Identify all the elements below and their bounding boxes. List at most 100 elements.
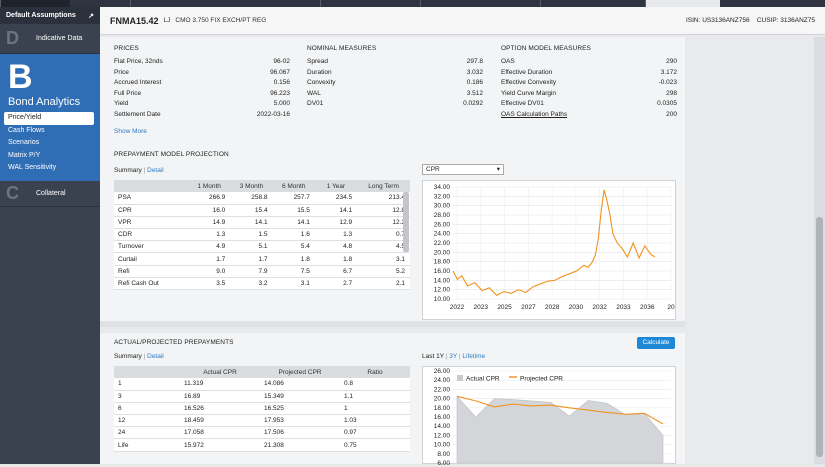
y-tick-label: 24.00 [434, 231, 451, 238]
actual-table: Actual CPR Projected CPR Ratio 1 11.319 14.08… [114, 366, 410, 452]
show-more-link[interactable]: Show More [114, 128, 290, 135]
tab-3y[interactable]: 3Y [449, 353, 457, 360]
sidebar-section-indicative[interactable]: D Indicative Data [0, 24, 100, 54]
prices-block: PRICES Flat Price, 32nds 96-02 Price 96.067… [114, 45, 290, 135]
table-row: 3 16.89 15.349 1.1 [114, 390, 410, 403]
top-tab-active[interactable] [645, 0, 720, 7]
sidebar-item-wal-sensitivity[interactable]: WAL Sensitivity [0, 162, 100, 175]
y-tick-label: 14.00 [434, 423, 451, 430]
y-tick-label: 26.00 [434, 368, 451, 375]
table-cell: 5.1 [230, 240, 273, 254]
table-scrollbar[interactable] [403, 192, 409, 252]
table-cell: 17.506 [260, 426, 340, 440]
table-cell: 266.9 [188, 192, 231, 205]
top-tab[interactable] [0, 0, 70, 7]
table-cell: 14.086 [260, 378, 340, 391]
legend-label-actual: Actual CPR [466, 376, 500, 383]
table-row: VPR 14.9 14.1 14.1 12.9 12.2 [114, 216, 410, 230]
external-link-icon[interactable]: ↗ [88, 12, 94, 20]
column-header[interactable]: Ratio [340, 366, 410, 378]
calculate-button[interactable]: Calculate [637, 337, 675, 349]
measure-label[interactable]: OAS Calculation Paths [501, 110, 567, 121]
column-header[interactable] [114, 366, 180, 378]
measure-row: Flat Price, 32nds 96-02 [114, 57, 290, 68]
sidebar-item-scenarios[interactable]: Scenarios [0, 137, 100, 150]
sidebar-section-collateral[interactable]: C Collateral [0, 180, 100, 207]
y-tick-label: 20.00 [434, 249, 451, 256]
measure-label: Flat Price, 32nds [114, 58, 163, 65]
table-cell: 1 [114, 378, 180, 391]
measure-value: 200 [666, 110, 677, 118]
column-header[interactable]: 1 Month [188, 180, 231, 192]
table-cell: Refi [114, 265, 188, 278]
table-cell: 14.1 [230, 216, 273, 230]
measure-label: Price [114, 68, 129, 76]
measure-row: Effective Duration 3.172 [501, 68, 677, 79]
column-header[interactable]: Long Term [357, 180, 410, 192]
tab-summary[interactable]: Summary [114, 353, 142, 360]
column-header[interactable]: 3 Month [230, 180, 273, 192]
table-cell: 15.5 [272, 204, 315, 217]
measure-value: 96.067 [270, 68, 290, 76]
measure-label: OAS [501, 58, 515, 65]
table-cell: 15.349 [260, 390, 340, 403]
isin-value: US3136ANZ756 [702, 17, 750, 24]
prepay-title: PREPAYMENT MODEL PROJECTION [114, 151, 229, 158]
y-tick-label: 18.00 [434, 259, 451, 266]
table-cell: 3.1 [357, 252, 410, 266]
sidebar-item-price-yield[interactable]: Price/Yield [4, 112, 94, 125]
measure-value: 3.512 [466, 89, 483, 97]
measure-row: Yield 5.000 [114, 99, 290, 110]
table-cell: 7.9 [230, 265, 273, 278]
table-row: PSA 266.9 258.8 257.7 234.5 213.4 [114, 192, 410, 205]
default-assumptions-label: Default Assumptions [6, 12, 76, 19]
table-cell: Life [114, 438, 180, 452]
tab-lifetime[interactable]: Lifetime [462, 353, 485, 360]
cusip-label: CUSIP: [756, 17, 779, 24]
column-header[interactable] [114, 180, 188, 192]
table-header-row: Actual CPR Projected CPR Ratio [114, 366, 410, 378]
top-tab-bar [0, 0, 825, 7]
tab-detail[interactable]: Detail [147, 167, 164, 174]
default-assumptions-header[interactable]: Default Assumptions ↗ [0, 7, 100, 24]
y-tick-label: 34.00 [434, 184, 451, 191]
x-tick-label: 2033 [616, 304, 631, 311]
column-header[interactable]: 6 Month [272, 180, 315, 192]
measure-row: Convexity 0.186 [307, 78, 483, 89]
metric-select[interactable]: CPR ▾ [422, 164, 504, 175]
scrollbar-thumb[interactable] [816, 217, 823, 457]
y-tick-label: 28.00 [434, 212, 451, 219]
tab-detail[interactable]: Detail [147, 353, 164, 360]
measure-value: 96.223 [270, 89, 290, 97]
measure-value: 290 [666, 58, 677, 65]
table-cell: 14.9 [188, 216, 231, 230]
section-letter: B [8, 58, 33, 96]
x-tick-label: 2023 [474, 304, 489, 311]
bond-menu: Price/Yield Cash Flows Scenarios Matrix … [0, 112, 100, 175]
column-header[interactable]: 1 Year [314, 180, 358, 192]
table-cell: 11.319 [180, 378, 260, 391]
table-cell: 1.03 [340, 414, 410, 428]
table-cell: 258.8 [230, 192, 273, 205]
isin-label: ISIN: [685, 17, 701, 24]
measure-label: Yield [114, 100, 129, 107]
sidebar-item-cash-flows[interactable]: Cash Flows [0, 125, 100, 138]
page-scrollbar[interactable] [814, 37, 825, 464]
sidebar-item-matrix-py[interactable]: Matrix P/Y [0, 150, 100, 163]
table-cell: 16.89 [180, 390, 260, 403]
analytics-panel: PRICES Flat Price, 32nds 96-02 Price 96.067… [100, 37, 685, 327]
table-header-row: 1 Month 3 Month 6 Month 1 Year Long Term [114, 180, 410, 192]
table-cell: 3 [114, 390, 180, 403]
table-row: CDR 1.3 1.5 1.6 1.3 0.7 [114, 228, 410, 242]
table-cell: 5.2 [357, 265, 410, 278]
tab-summary[interactable]: Summary [114, 167, 142, 174]
measure-value: 0.156 [273, 79, 290, 86]
x-tick-label: 2022 [450, 304, 465, 311]
measure-label: Accrued Interest [114, 79, 162, 86]
column-header[interactable]: Actual CPR [180, 366, 260, 378]
table-cell: 3.5 [188, 277, 231, 291]
column-header[interactable]: Projected CPR [260, 366, 340, 378]
measure-value: 298 [666, 89, 677, 97]
tab-last-1y[interactable]: Last 1Y [422, 353, 444, 360]
table-cell: 14.1 [314, 204, 358, 217]
